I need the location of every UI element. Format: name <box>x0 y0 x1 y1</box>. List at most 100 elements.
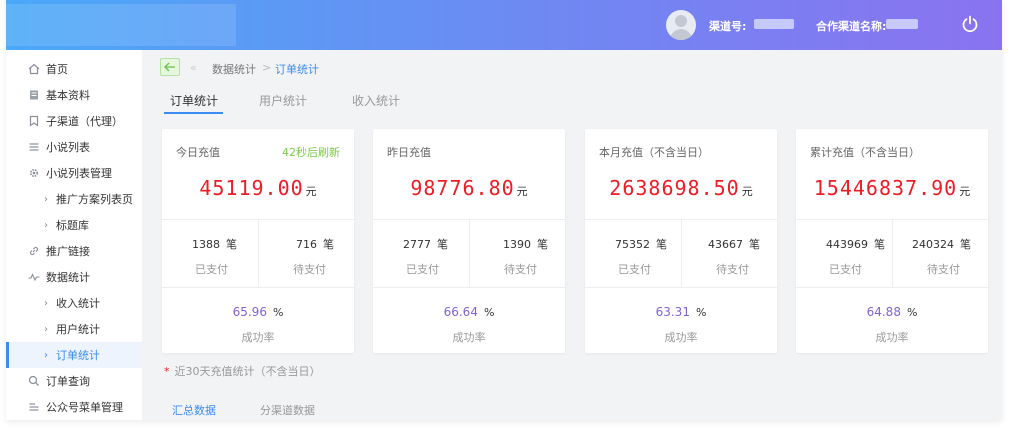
success-rate: 66.64% <box>443 305 495 319</box>
power-icon[interactable] <box>960 14 980 34</box>
sidebar-item-basic-info[interactable]: 基本资料 <box>6 82 142 108</box>
refresh-countdown: 42秒后刷新 <box>282 146 340 159</box>
sidebar-item-novel-list[interactable]: 小说列表 <box>6 134 142 160</box>
logo-area <box>6 4 236 46</box>
amount-unit: 元 <box>959 185 971 198</box>
pending-label: 待支付 <box>504 263 537 276</box>
success-rate: 63.31% <box>655 305 707 319</box>
sidebar-item-novel-manage[interactable]: 小说列表管理 <box>6 160 142 186</box>
amount: 98776.80 元 <box>373 176 565 200</box>
pending-count: 1390 笔 <box>503 238 548 251</box>
paid-label: 已支付 <box>195 263 228 276</box>
sidebar-item-user-stats[interactable]: › 用户统计 <box>6 316 142 342</box>
breadcrumb-parent[interactable]: 数据统计 <box>212 61 256 77</box>
partner-name-label: 合作渠道名称: <box>816 20 887 33</box>
sidebar-item-income-stats[interactable]: › 收入统计 <box>6 290 142 316</box>
divider <box>469 219 470 287</box>
list-icon <box>28 141 40 153</box>
user-avatar[interactable] <box>666 10 696 40</box>
paid-label: 已支付 <box>618 263 651 276</box>
sidebar-item-label: 首页 <box>46 63 68 76</box>
sidebar-item-label: 推广方案列表页 <box>56 193 133 206</box>
sidebar-item-label: 公众号菜单管理 <box>46 401 123 414</box>
success-rate-label: 成功率 <box>664 331 698 344</box>
tab-user-stats[interactable]: 用户统计 <box>259 92 307 109</box>
sidebar-item-home[interactable]: 首页 <box>6 56 142 82</box>
search-icon <box>28 375 40 387</box>
sidebar-item-sub-channel[interactable]: 子渠道（代理） <box>6 108 142 134</box>
paid-count: 1388 笔 <box>192 238 237 251</box>
breadcrumb-current: 订单统计 <box>275 63 319 76</box>
stat-card-today: 今日充值 42秒后刷新 45119.00 元 1388 笔 716 笔 已支付 待支付… <box>162 129 354 353</box>
sidebar-item-wechat-menu[interactable]: 公众号菜单管理 <box>6 394 142 420</box>
sidebar-item-label: 数据统计 <box>46 271 90 284</box>
channel-no-value-redacted <box>754 19 794 29</box>
sidebar: 首页 基本资料 子渠道（代理） 小说列表 小说列表管理 › 推广方案列表页 › … <box>6 50 142 420</box>
sidebar-item-promo-plans[interactable]: › 推广方案列表页 <box>6 186 142 212</box>
divider <box>585 287 777 288</box>
paid-label: 已支付 <box>406 263 439 276</box>
sidebar-item-label: 订单统计 <box>56 349 100 362</box>
success-rate: 65.96% <box>232 305 284 319</box>
sidebar-item-label: 推广链接 <box>46 245 90 258</box>
stat-card-this-month: 本月充值（不含当日） 2638698.50 元 75352 笔 43667 笔 已支付… <box>585 129 777 353</box>
sidebar-item-order-query[interactable]: 订单查询 <box>6 368 142 394</box>
chevron-right-icon: › <box>44 219 48 231</box>
tab-summary-data[interactable]: 汇总数据 <box>172 402 216 418</box>
divider <box>373 287 565 288</box>
sidebar-item-order-stats[interactable]: › 订单统计 <box>6 342 142 368</box>
sidebar-item-promo-links[interactable]: 推广链接 <box>6 238 142 264</box>
pending-label: 待支付 <box>293 263 326 276</box>
home-icon <box>28 63 40 75</box>
back-button[interactable] <box>160 58 180 76</box>
bookmark-icon <box>28 115 40 127</box>
thirty-day-note: * 近30天充值统计（不含当日） <box>164 365 321 378</box>
card-title: 昨日充值 <box>387 146 431 159</box>
amount: 2638698.50 元 <box>585 176 777 200</box>
paid-count: 443969 笔 <box>826 238 885 251</box>
sidebar-item-label: 收入统计 <box>56 297 100 310</box>
divider <box>796 287 988 288</box>
divider <box>681 219 682 287</box>
card-title: 累计充值（不含当日） <box>810 146 920 159</box>
paid-count: 75352 笔 <box>615 238 667 251</box>
success-rate-label: 成功率 <box>452 331 486 344</box>
divider <box>258 219 259 287</box>
top-bar: 渠道号: 合作渠道名称: <box>6 0 1002 50</box>
active-tab-indicator <box>164 112 223 114</box>
amount-unit: 元 <box>305 185 317 198</box>
success-rate-label: 成功率 <box>241 331 275 344</box>
pending-count: 240324 笔 <box>912 238 971 251</box>
chevron-right-icon: › <box>44 323 48 335</box>
sidebar-item-label: 订单查询 <box>46 375 90 388</box>
breadcrumb-separator: > <box>262 61 272 74</box>
card-title: 本月充值（不含当日） <box>599 146 709 159</box>
gear-icon <box>28 167 40 179</box>
doc-icon <box>28 89 40 101</box>
amount-unit: 元 <box>741 185 753 198</box>
sidebar-item-label: 小说列表 <box>46 141 90 154</box>
double-chevron-left-icon: « <box>190 61 197 74</box>
tab-channel-data[interactable]: 分渠道数据 <box>260 402 315 418</box>
amount-value: 98776.80 <box>410 176 515 200</box>
success-rate-label: 成功率 <box>875 331 909 344</box>
sidebar-item-label: 小说列表管理 <box>46 167 112 180</box>
paid-label: 已支付 <box>829 263 862 276</box>
chevron-right-icon: › <box>44 349 48 361</box>
chevron-right-icon: › <box>44 297 48 309</box>
sidebar-item-label: 子渠道（代理） <box>46 115 123 128</box>
pending-count: 716 笔 <box>296 238 334 251</box>
pulse-icon <box>28 271 40 283</box>
tab-income-stats[interactable]: 收入统计 <box>352 92 400 109</box>
main-content: « 数据统计 > 订单统计 订单统计 用户统计 收入统计 今日充值 42秒后刷新… <box>142 50 1002 420</box>
pending-count: 43667 笔 <box>708 238 760 251</box>
amount-value: 45119.00 <box>199 176 304 200</box>
tab-order-stats[interactable]: 订单统计 <box>170 92 218 109</box>
amount-value: 2638698.50 <box>609 176 740 200</box>
menu-icon <box>28 401 40 413</box>
channel-no-label: 渠道号: <box>709 20 747 33</box>
sidebar-item-title-library[interactable]: › 标题库 <box>6 212 142 238</box>
chevron-right-icon: › <box>44 193 48 205</box>
sidebar-item-data-stats[interactable]: 数据统计 <box>6 264 142 290</box>
stat-card-cumulative: 累计充值（不含当日） 15446837.90 元 443969 笔 240324 笔 … <box>796 129 988 353</box>
